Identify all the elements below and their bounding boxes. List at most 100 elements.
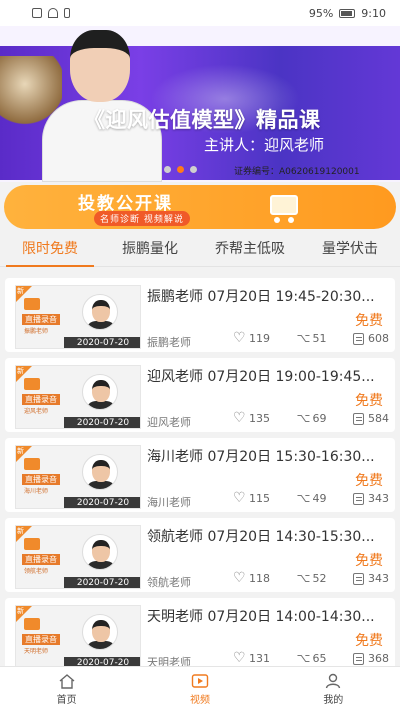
thumb-teacher: 迎风老师	[24, 408, 49, 415]
like-count: 135	[249, 412, 270, 425]
tab-limited-free[interactable]: 限时免费	[0, 233, 100, 267]
hero-title: 《迎风估值模型》精品课	[84, 108, 321, 132]
heart-icon	[233, 650, 246, 666]
share-icon	[297, 411, 311, 425]
course-stats: 118 52 343	[233, 570, 389, 586]
share-icon	[297, 571, 311, 585]
clock: 9:10	[361, 6, 386, 20]
course-thumbnail[interactable]: 新 直播录音 天明老师 2020-07-20	[15, 605, 141, 669]
teacher-avatar	[82, 614, 118, 650]
course-thumbnail[interactable]: 新 直播录音 迎风老师 2020-07-20	[15, 365, 141, 429]
course-title[interactable]: 振鹏老师 07月20日 19:45-20:30...	[147, 286, 383, 306]
like-count: 131	[249, 652, 270, 665]
course-title[interactable]: 领航老师 07月20日 14:30-15:30...	[147, 526, 383, 546]
course-teacher: 迎风老师	[147, 416, 191, 429]
share-count: 69	[312, 412, 327, 425]
share-icon	[297, 331, 311, 345]
tab-liangxue-ambush[interactable]: 量学伏击	[300, 233, 400, 266]
course-stats: 135 69 584	[233, 410, 389, 426]
share-icon	[297, 651, 311, 665]
view-count: 343	[368, 492, 389, 505]
nav-profile[interactable]: 我的	[267, 667, 400, 711]
nav-home[interactable]: 首页	[0, 667, 133, 711]
course-thumbnail[interactable]: 新 直播录音 领航老师 2020-07-20	[15, 525, 141, 589]
hero-banner[interactable]: 《迎风估值模型》精品课 主讲人：迎风老师 证券编号：A0620619120001	[0, 26, 400, 182]
tab-zhenpeng-quant[interactable]: 振鹏量化	[100, 233, 200, 266]
nav-video-label: 视频	[189, 695, 210, 706]
share-icon	[297, 491, 311, 505]
teacher-avatar	[82, 294, 118, 330]
like-stat[interactable]: 135	[233, 410, 270, 426]
category-tabs: 限时免费 振鹏量化 乔帮主低吸 量学伏击	[0, 233, 400, 267]
heart-icon	[233, 330, 246, 346]
view-count: 608	[368, 332, 389, 345]
profile-icon	[326, 673, 341, 689]
course-thumbnail[interactable]: 新 直播录音 海川老师 2020-07-20	[15, 445, 141, 509]
view-count: 584	[368, 412, 389, 425]
thumb-label: 直播录音	[22, 314, 60, 325]
share-count: 65	[312, 652, 327, 665]
thumb-date: 2020-07-20	[64, 417, 140, 428]
nav-video[interactable]: 视频	[133, 667, 266, 711]
hero-certificate: 证券编号：A0620619120001	[234, 167, 360, 177]
course-title[interactable]: 迎风老师 07月20日 19:00-19:45...	[147, 366, 383, 386]
share-stat[interactable]: 69	[297, 411, 327, 426]
status-icons-right: 95% 9:10	[309, 7, 386, 20]
course-price: 免费	[355, 473, 383, 489]
view-stat: 343	[353, 572, 389, 585]
thumb-teacher: 领航老师	[24, 568, 49, 575]
course-card[interactable]: 新 直播录音 迎风老师 2020-07-20 迎风老师 07月20日 19:00…	[5, 358, 395, 432]
share-stat[interactable]: 51	[297, 331, 327, 346]
thumb-label: 直播录音	[22, 634, 60, 645]
status-bar: 95% 9:10	[0, 0, 400, 26]
home-icon	[59, 674, 75, 689]
like-count: 118	[249, 572, 270, 585]
banner-dot[interactable]	[164, 166, 171, 173]
hero-subtitle: 主讲人：迎风老师	[204, 136, 325, 154]
like-count: 115	[249, 492, 270, 505]
public-class-banner[interactable]: 投教公开课 名师诊断 视频解说	[4, 185, 396, 229]
like-stat[interactable]: 115	[233, 490, 270, 506]
share-count: 52	[312, 572, 327, 585]
status-icons-left	[32, 8, 70, 18]
like-stat[interactable]: 118	[233, 570, 270, 586]
course-price: 免费	[355, 313, 383, 329]
banner-dot-active[interactable]	[177, 166, 184, 173]
like-stat[interactable]: 131	[233, 650, 270, 666]
banner-dot[interactable]	[190, 166, 197, 173]
thumb-label: 直播录音	[22, 394, 60, 405]
share-stat[interactable]: 49	[297, 491, 327, 506]
share-stat[interactable]: 52	[297, 571, 327, 586]
share-stat[interactable]: 65	[297, 651, 327, 666]
view-icon	[353, 652, 364, 665]
usb-icon	[64, 8, 70, 18]
view-icon	[353, 332, 364, 345]
battery-icon	[339, 8, 356, 18]
course-card[interactable]: 新 直播录音 振鹏老师 2020-07-20 振鹏老师 07月20日 19:45…	[5, 278, 395, 352]
nav-profile-label: 我的	[323, 695, 344, 706]
tv-icon	[24, 618, 40, 630]
heart-icon	[233, 410, 246, 426]
view-icon	[353, 572, 364, 585]
tab-qiao-low-buy[interactable]: 乔帮主低吸	[200, 233, 300, 266]
course-title[interactable]: 天明老师 07月20日 14:00-14:30...	[147, 606, 383, 626]
course-thumbnail[interactable]: 新 直播录音 振鹏老师 2020-07-20	[15, 285, 141, 349]
banner-pagination[interactable]	[164, 166, 197, 173]
video-icon	[191, 674, 209, 688]
heart-icon	[233, 570, 246, 586]
thumb-label: 直播录音	[22, 554, 60, 565]
view-count: 368	[368, 652, 389, 665]
teacher-avatar	[82, 374, 118, 410]
thumb-teacher: 振鹏老师	[24, 328, 49, 335]
like-stat[interactable]: 119	[233, 330, 270, 346]
teacher-avatar	[82, 534, 118, 570]
course-card[interactable]: 新 直播录音 天明老师 2020-07-20 天明老师 07月20日 14:00…	[5, 598, 395, 672]
course-title[interactable]: 海川老师 07月20日 15:30-16:30...	[147, 446, 383, 466]
course-card[interactable]: 新 直播录音 领航老师 2020-07-20 领航老师 07月20日 14:30…	[5, 518, 395, 592]
view-stat: 368	[353, 652, 389, 665]
course-teacher: 领航老师	[147, 576, 191, 589]
course-card[interactable]: 新 直播录音 海川老师 2020-07-20 海川老师 07月20日 15:30…	[5, 438, 395, 512]
thumb-date: 2020-07-20	[64, 577, 140, 588]
course-teacher: 振鹏老师	[147, 336, 191, 349]
tv-icon	[24, 458, 40, 470]
